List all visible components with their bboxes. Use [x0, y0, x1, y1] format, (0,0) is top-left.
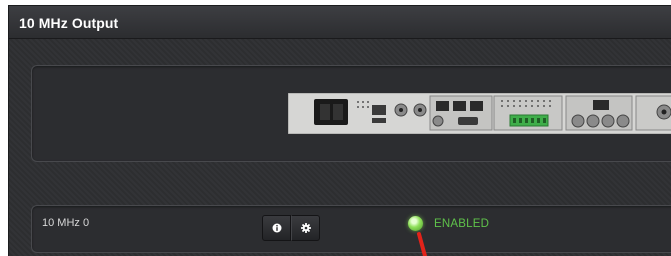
output-row: 10 MHz 0 ENABLED	[31, 205, 671, 253]
info-icon	[272, 223, 281, 233]
device-image-well	[31, 65, 671, 162]
settings-button[interactable]	[291, 215, 320, 241]
output-action-buttons	[262, 215, 320, 241]
output-panel: 10 MHz Output 10 MHz 0 ENABLED	[8, 5, 671, 256]
info-button[interactable]	[262, 215, 291, 241]
panel-title: 10 MHz Output	[19, 15, 119, 31]
panel-header: 10 MHz Output	[9, 6, 671, 39]
gear-icon	[300, 223, 311, 233]
rear-panel-device-image	[288, 93, 671, 134]
output-label: 10 MHz 0	[42, 217, 90, 229]
panel-body: 10 MHz 0 ENABLED	[9, 39, 671, 256]
status-led-icon	[408, 216, 423, 231]
status-text: ENABLED	[434, 218, 490, 230]
